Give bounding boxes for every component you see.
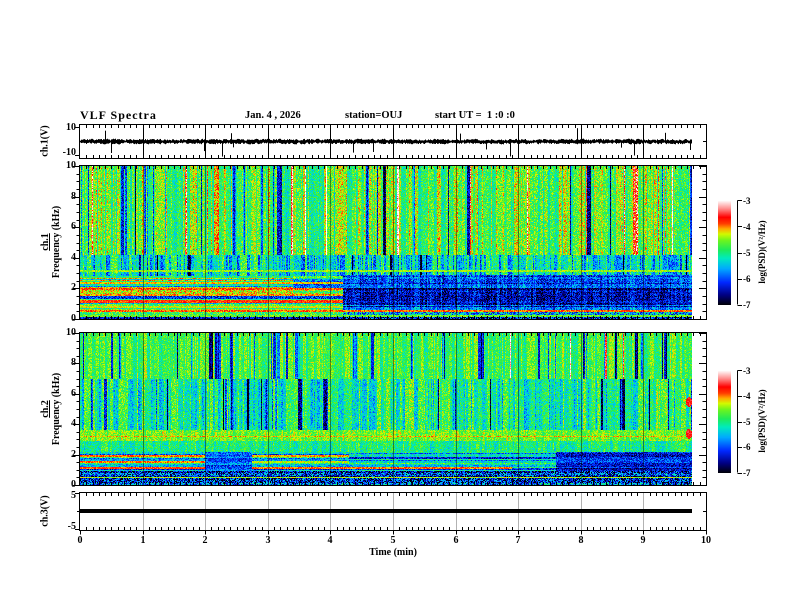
- cb1-tick-3: -6: [743, 274, 751, 284]
- ch1f-channel-label: ch.1: [40, 233, 51, 251]
- ch1-spectrogram-canvas: [80, 166, 706, 319]
- page-title: VLF Spectra: [80, 108, 157, 122]
- cb2-tick-4: -7: [743, 468, 751, 478]
- xtick-7: 7: [515, 535, 521, 546]
- ch2f-frequency-label: Frequency (kHz): [51, 372, 62, 446]
- xtick-2: 2: [202, 535, 208, 546]
- colorbar2-gradient: [718, 370, 731, 473]
- ch2f-tick-10: 10: [66, 327, 76, 338]
- vlf-spectra-figure: VLF Spectra Jan. 4 , 2026 station=OUJ st…: [0, 0, 792, 612]
- cb2-tick-2: -5: [743, 417, 751, 427]
- xtick-1: 1: [140, 535, 146, 546]
- ch1f-axis-label: ch.1 Frequency (kHz): [40, 206, 62, 278]
- xtick-3: 3: [265, 535, 271, 546]
- xtick-8: 8: [578, 535, 584, 546]
- ch1v-ymin-label: -10: [62, 147, 76, 158]
- cb1-tick-4: -7: [743, 300, 751, 310]
- ch2f-axis-label: ch.2 Frequency (kHz): [40, 373, 62, 445]
- ch1f-tick-2: 2: [71, 282, 76, 293]
- ch1f-tick-8: 8: [71, 191, 76, 202]
- ch2f-tick-2: 2: [71, 449, 76, 460]
- cb1-tick-0: -3: [743, 196, 751, 206]
- ch1-voltage-waveform-canvas: [80, 125, 706, 158]
- colorbar1-gradient: [718, 200, 731, 305]
- ch1f-tick-10: 10: [66, 160, 76, 171]
- xtick-5: 5: [390, 535, 396, 546]
- cb2-tick-1: -4: [743, 391, 751, 401]
- xtick-9: 9: [640, 535, 646, 546]
- ch1v-ymax-label: 10: [66, 122, 76, 133]
- cb2-tick-3: -6: [743, 442, 751, 452]
- colorbar2-label: log(PSD)(V²/Hz): [757, 389, 767, 453]
- ch2f-tick-0: 0: [71, 479, 76, 490]
- ch2f-tick-8: 8: [71, 357, 76, 368]
- ch3v-axis-label: ch.3(V): [39, 495, 51, 527]
- ch1f-tick-0: 0: [71, 313, 76, 324]
- ch3v-ymin-label: -5: [67, 521, 76, 532]
- xtick-0: 0: [77, 535, 83, 546]
- cb1-tick-2: -5: [743, 248, 751, 258]
- ch1v-axis-label: ch.1(V): [39, 125, 51, 157]
- ch2-spectrogram-canvas: [80, 333, 706, 485]
- title-date: Jan. 4 , 2026: [245, 110, 301, 121]
- cb2-tick-0: -3: [743, 366, 751, 376]
- ch1f-frequency-label: Frequency (kHz): [51, 205, 62, 279]
- title-start-ut: start UT = 1 :0 :0: [435, 110, 515, 121]
- ch3v-ymax-label: 5: [71, 490, 76, 501]
- xtick-6: 6: [453, 535, 459, 546]
- xtick-4: 4: [327, 535, 333, 546]
- ch3-voltage-waveform-canvas: [80, 493, 706, 530]
- x-axis-title: Time (min): [369, 547, 417, 558]
- ch2f-channel-label: ch.2: [40, 400, 51, 418]
- xtick-10: 10: [701, 535, 711, 546]
- cb1-tick-1: -4: [743, 222, 751, 232]
- colorbar1-label: log(PSD)(V²/Hz): [757, 220, 767, 284]
- title-station: station=OUJ: [345, 110, 403, 121]
